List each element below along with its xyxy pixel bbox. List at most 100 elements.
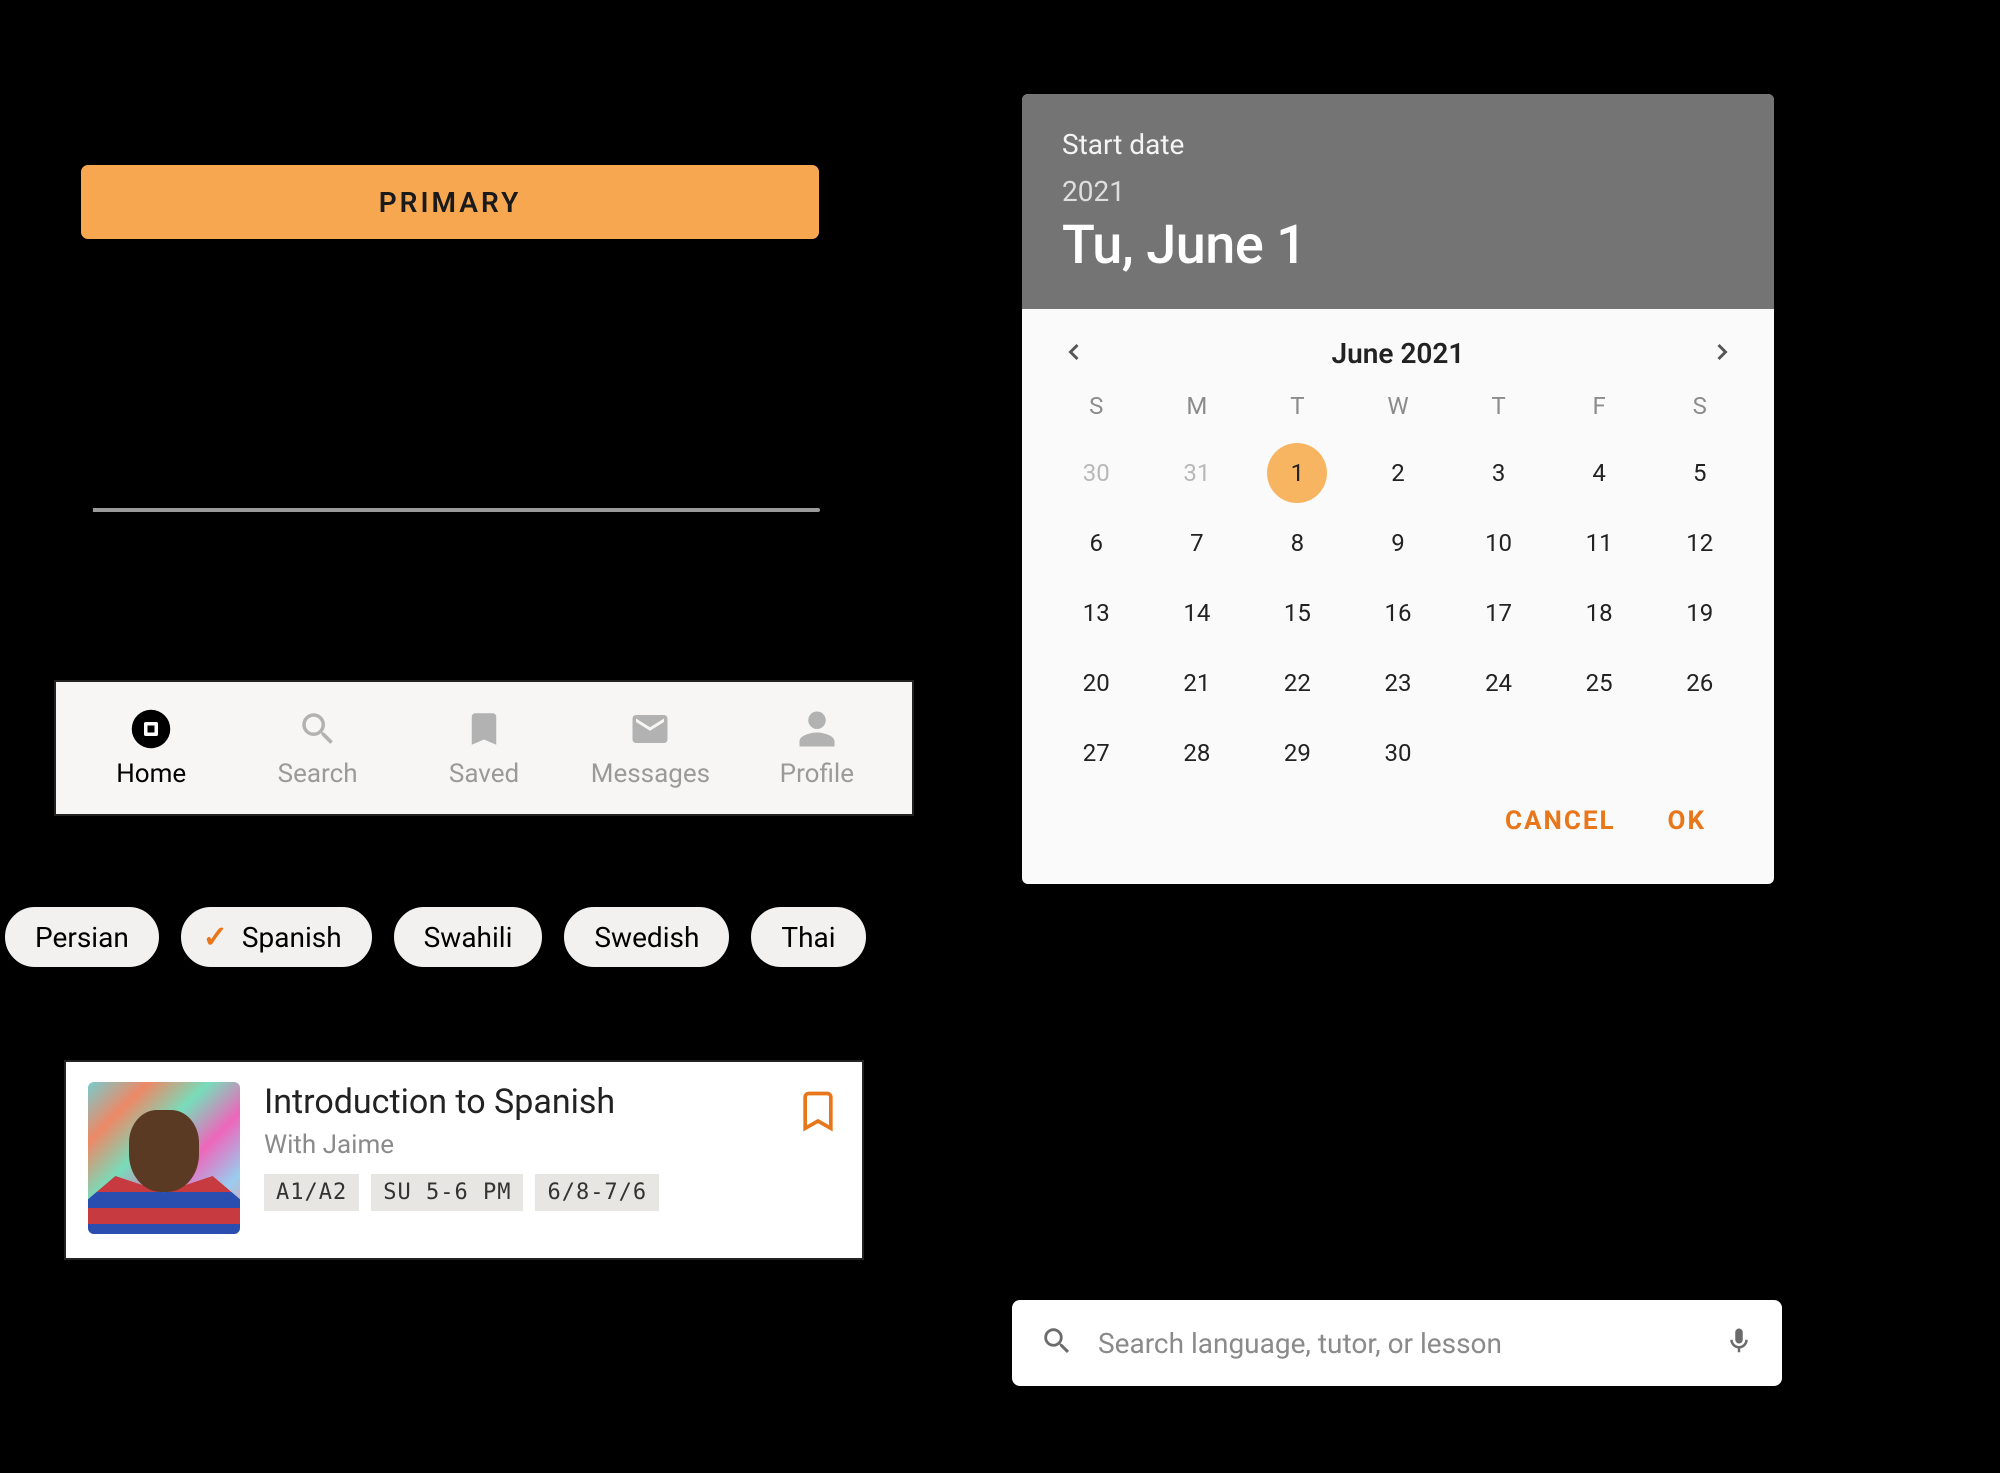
chip-label: Thai: [781, 921, 835, 954]
calendar-day[interactable]: 22: [1247, 648, 1348, 718]
calendar-day[interactable]: 17: [1448, 578, 1549, 648]
cancel-button[interactable]: CANCEL: [1505, 806, 1616, 836]
month-label: June 2021: [1332, 337, 1465, 370]
home-icon: [129, 707, 173, 751]
calendar-day[interactable]: 5: [1649, 438, 1750, 508]
nav-label: Profile: [780, 759, 854, 789]
chip-swedish[interactable]: Swedish: [563, 906, 730, 968]
mail-icon: [628, 707, 672, 751]
chip-label: Swahili: [424, 921, 513, 954]
calendar-day[interactable]: 20: [1046, 648, 1147, 718]
language-chips: Persian ✓ Spanish Swahili Swedish Thai: [4, 906, 867, 968]
person-icon: [795, 707, 839, 751]
date-picker-year[interactable]: 2021: [1062, 175, 1734, 208]
calendar-day[interactable]: 16: [1348, 578, 1449, 648]
calendar-day[interactable]: 3: [1448, 438, 1549, 508]
calendar-day[interactable]: 1: [1267, 443, 1327, 503]
lesson-tag: A1/A2: [264, 1174, 359, 1211]
date-picker-body: June 2021 S M T W T F S 3031123456789101…: [1022, 309, 1774, 884]
calendar-day[interactable]: 18: [1549, 578, 1650, 648]
weekday: W: [1348, 392, 1449, 420]
lesson-tag: SU 5-6 PM: [371, 1174, 523, 1211]
calendar-day: 31: [1147, 438, 1248, 508]
nav-label: Search: [278, 759, 358, 789]
date-picker-actions: CANCEL OK: [1046, 788, 1750, 866]
calendar-day[interactable]: 6: [1046, 508, 1147, 578]
calendar-day[interactable]: 12: [1649, 508, 1750, 578]
nav-item-profile[interactable]: Profile: [734, 707, 900, 789]
weekday: S: [1046, 392, 1147, 420]
slider-thumb[interactable]: [67, 497, 93, 523]
weekday: F: [1549, 392, 1650, 420]
nav-label: Home: [116, 759, 186, 789]
date-picker-header: Start date 2021 Tu, June 1: [1022, 94, 1774, 309]
chip-persian[interactable]: Persian: [4, 906, 160, 968]
date-picker-label: Start date: [1062, 128, 1734, 161]
calendar-day[interactable]: 9: [1348, 508, 1449, 578]
calendar-day[interactable]: 21: [1147, 648, 1248, 718]
calendar-day[interactable]: 25: [1549, 648, 1650, 718]
calendar-day: 30: [1046, 438, 1147, 508]
nav-label: Messages: [591, 759, 710, 789]
calendar-day[interactable]: 30: [1348, 718, 1449, 788]
search-icon: [1040, 1324, 1074, 1362]
lesson-subtitle: With Jaime: [264, 1130, 840, 1160]
mic-icon[interactable]: [1724, 1326, 1754, 1360]
date-picker: Start date 2021 Tu, June 1 June 2021 S M…: [1022, 94, 1774, 884]
date-picker-selected-date: Tu, June 1: [1062, 214, 1734, 277]
search-placeholder: Search language, tutor, or lesson: [1098, 1327, 1700, 1360]
calendar-day[interactable]: 19: [1649, 578, 1750, 648]
chip-label: Persian: [35, 921, 129, 954]
calendar-day[interactable]: 14: [1147, 578, 1248, 648]
primary-button[interactable]: PRIMARY: [80, 164, 820, 240]
chip-label: Spanish: [242, 921, 342, 954]
calendar-grid: 3031123456789101112131415161718192021222…: [1046, 438, 1750, 788]
bookmark-icon: [462, 707, 506, 751]
next-month-button[interactable]: [1708, 338, 1736, 370]
calendar-day[interactable]: 11: [1549, 508, 1650, 578]
calendar-day[interactable]: 28: [1147, 718, 1248, 788]
lesson-card[interactable]: Introduction to Spanish With Jaime A1/A2…: [64, 1060, 864, 1260]
slider-track: [80, 508, 820, 512]
calendar-day[interactable]: 8: [1247, 508, 1348, 578]
nav-item-home[interactable]: Home: [68, 707, 234, 789]
lesson-tags: A1/A2 SU 5-6 PM 6/8-7/6: [264, 1174, 840, 1211]
bookmark-button[interactable]: [796, 1084, 840, 1136]
nav-item-messages[interactable]: Messages: [567, 707, 733, 789]
nav-item-saved[interactable]: Saved: [401, 707, 567, 789]
calendar-day[interactable]: 24: [1448, 648, 1549, 718]
weekday: S: [1649, 392, 1750, 420]
calendar-day[interactable]: 4: [1549, 438, 1650, 508]
calendar-day[interactable]: 15: [1247, 578, 1348, 648]
lesson-body: Introduction to Spanish With Jaime A1/A2…: [264, 1082, 840, 1211]
search-icon: [296, 707, 340, 751]
chip-thai[interactable]: Thai: [750, 906, 866, 968]
lesson-tag: 6/8-7/6: [535, 1174, 659, 1211]
primary-button-label: PRIMARY: [379, 186, 522, 219]
chip-swahili[interactable]: Swahili: [393, 906, 544, 968]
month-nav: June 2021: [1046, 337, 1750, 392]
weekday: M: [1147, 392, 1248, 420]
bottom-nav: Home Search Saved Messages Profile: [54, 680, 914, 816]
check-icon: ✓: [203, 920, 228, 955]
weekday: T: [1448, 392, 1549, 420]
nav-label: Saved: [449, 759, 519, 789]
search-bar[interactable]: Search language, tutor, or lesson: [1012, 1300, 1782, 1386]
chip-spanish[interactable]: ✓ Spanish: [180, 906, 373, 968]
calendar-day[interactable]: 27: [1046, 718, 1147, 788]
nav-item-search[interactable]: Search: [234, 707, 400, 789]
calendar-day[interactable]: 2: [1348, 438, 1449, 508]
calendar-day[interactable]: 29: [1247, 718, 1348, 788]
calendar-day[interactable]: 23: [1348, 648, 1449, 718]
calendar-day[interactable]: 7: [1147, 508, 1248, 578]
chip-label: Swedish: [594, 921, 699, 954]
calendar-day[interactable]: 10: [1448, 508, 1549, 578]
ok-button[interactable]: OK: [1668, 806, 1706, 836]
weekday: T: [1247, 392, 1348, 420]
calendar-day[interactable]: 13: [1046, 578, 1147, 648]
slider[interactable]: [80, 500, 820, 520]
lesson-title: Introduction to Spanish: [264, 1082, 840, 1122]
weekday-row: S M T W T F S: [1046, 392, 1750, 420]
calendar-day[interactable]: 26: [1649, 648, 1750, 718]
prev-month-button[interactable]: [1060, 338, 1088, 370]
